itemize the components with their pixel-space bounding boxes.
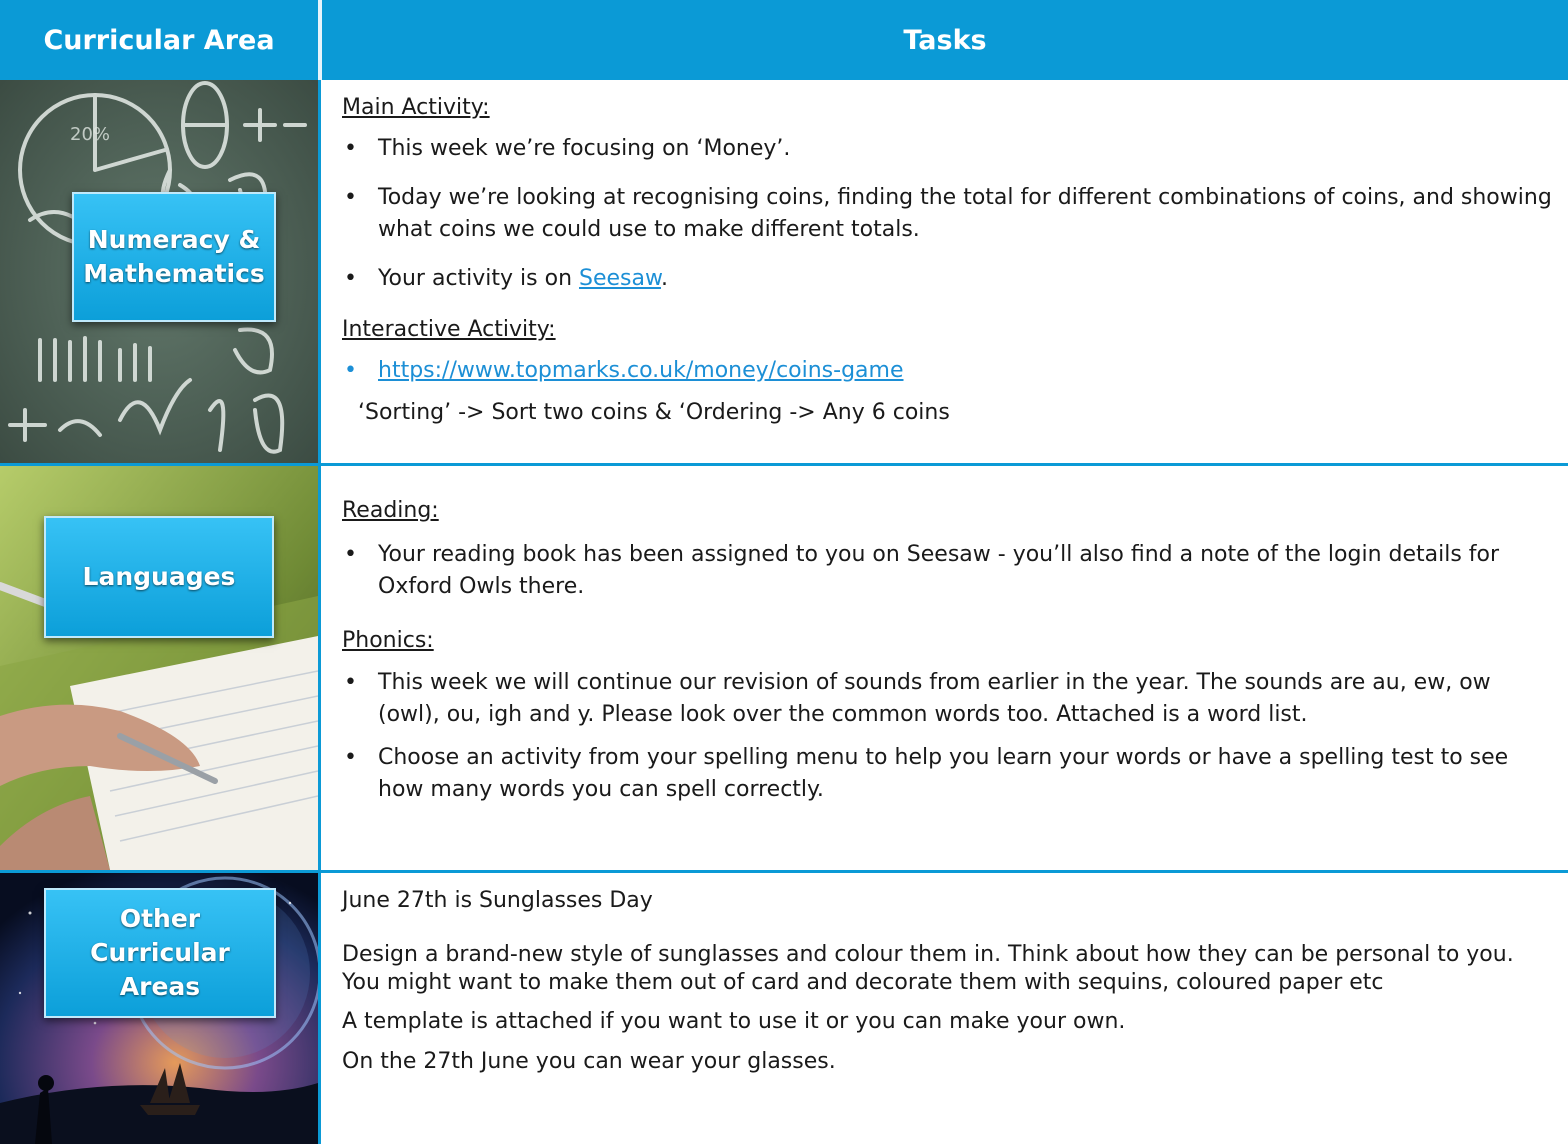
interactive-activity-heading: Interactive Activity:: [342, 317, 556, 342]
other-areas-tasks: June 27th is Sunglasses Day Design a bra…: [342, 886, 1557, 1077]
night-sky-image: Other Curricular Areas: [0, 873, 318, 1144]
column-divider: [318, 80, 321, 1144]
writing-image: Languages: [0, 466, 318, 870]
languages-label: Languages: [44, 516, 274, 638]
chalkboard-image: 20% Numeracy & Mathematics: [0, 80, 318, 463]
phonics-bullet-sounds: This week we will continue our revision …: [342, 667, 1557, 731]
weekly-plan-table: Curricular Area Tasks 20% Numeracy & Mat…: [0, 0, 1568, 1144]
phonics-bullet-spelling: Choose an activity from your spelling me…: [342, 742, 1557, 806]
other-areas-label: Other Curricular Areas: [44, 888, 276, 1018]
design-sunglasses-text: Design a brand-new style of sunglasses a…: [342, 942, 1514, 995]
seesaw-text: Your activity is on: [378, 266, 580, 291]
languages-tasks: Reading: Your reading book has been assi…: [342, 495, 1557, 806]
numeracy-bullet-coins: Today we’re looking at recognising coins…: [342, 182, 1557, 246]
wear-glasses-text: On the 27th June you can wear your glass…: [342, 1049, 836, 1074]
seesaw-link[interactable]: Seesaw: [579, 266, 661, 291]
svg-text:20%: 20%: [70, 124, 110, 145]
topmarks-bullet: https://www.topmarks.co.uk/money/coins-g…: [342, 355, 1557, 387]
numeracy-label: Numeracy & Mathematics: [72, 192, 276, 322]
template-text: A template is attached if you want to us…: [342, 1009, 1126, 1034]
interactive-note: ‘Sorting’ -> Sort two coins & ‘Ordering …: [358, 400, 950, 425]
reading-bullet: Your reading book has been assigned to y…: [342, 539, 1557, 603]
numeracy-bullet-seesaw: Your activity is on Seesaw.: [342, 263, 1557, 295]
numeracy-tasks: Main Activity: This week we’re focusing …: [342, 92, 1557, 429]
reading-heading: Reading:: [342, 498, 439, 523]
phonics-heading: Phonics:: [342, 628, 434, 653]
numeracy-bullet-money: This week we’re focusing on ‘Money’.: [342, 133, 1557, 165]
sunglasses-day: June 27th is Sunglasses Day: [342, 888, 653, 913]
seesaw-period: .: [660, 266, 668, 291]
header-tasks: Tasks: [322, 0, 1568, 80]
header-curricular-area: Curricular Area: [0, 0, 318, 80]
main-activity-heading: Main Activity:: [342, 95, 490, 120]
topmarks-link[interactable]: https://www.topmarks.co.uk/money/coins-g…: [378, 358, 904, 383]
